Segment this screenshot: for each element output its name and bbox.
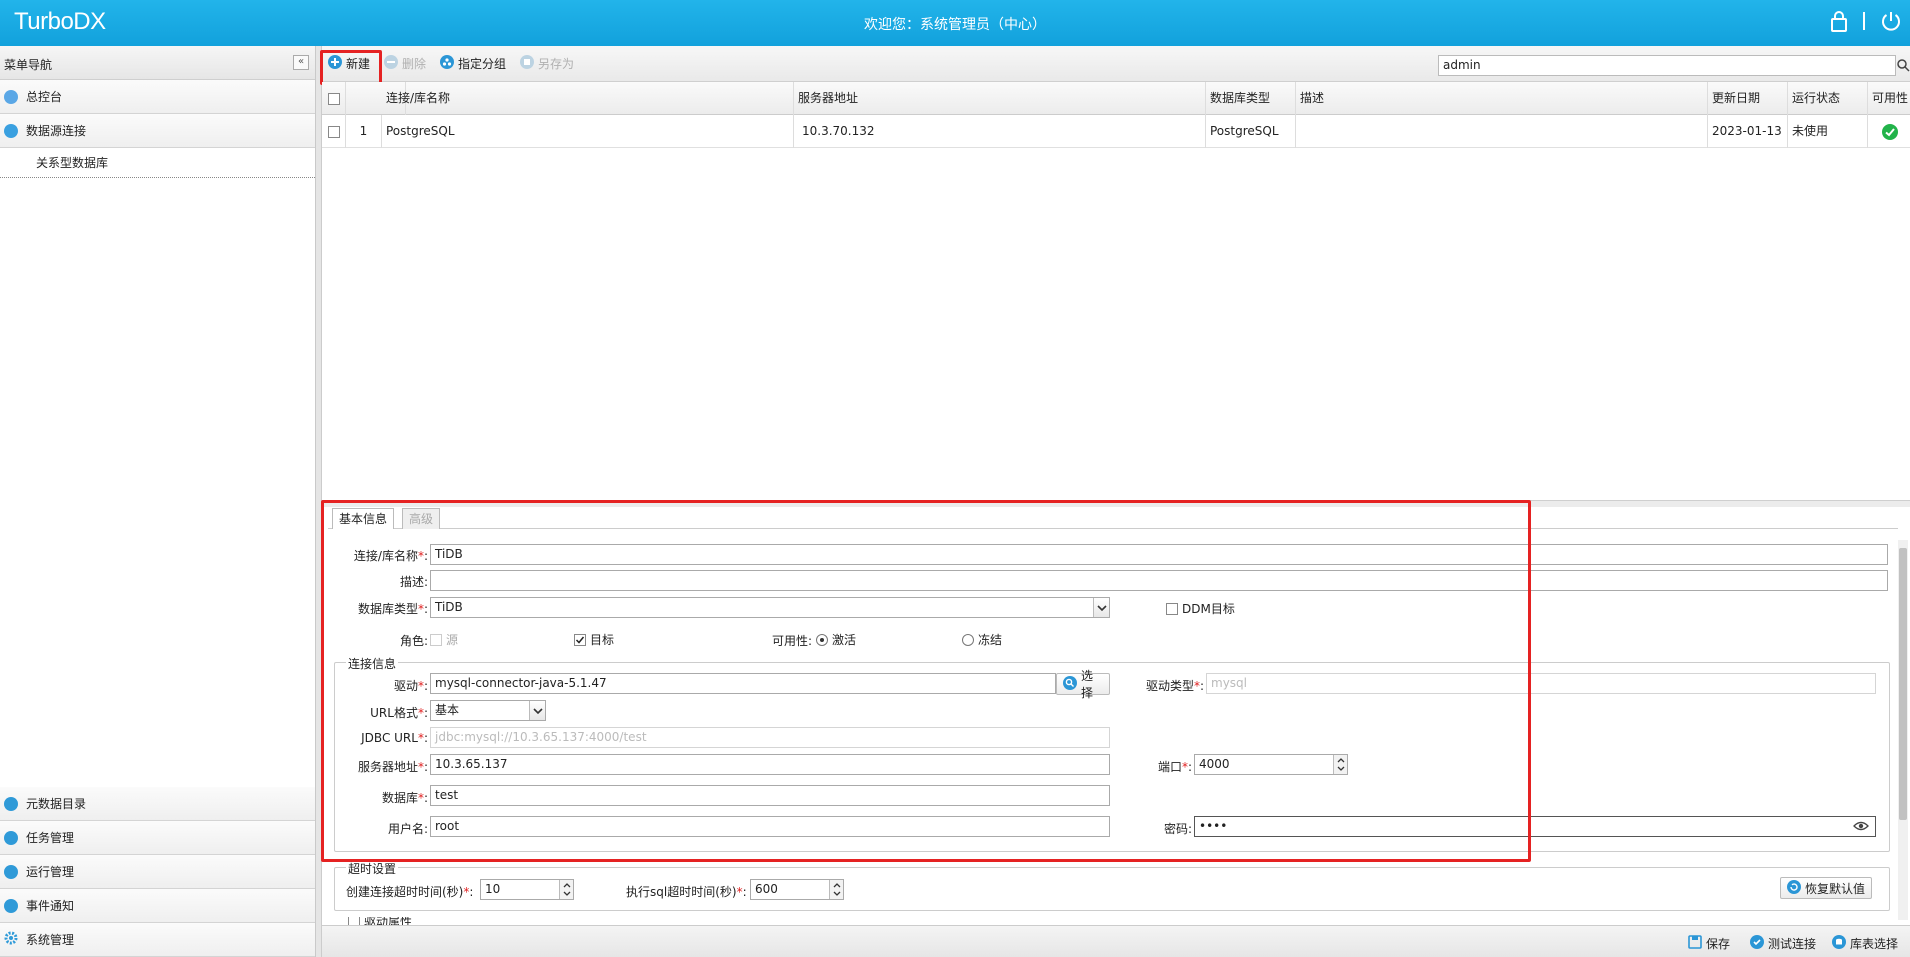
lock-icon[interactable] — [1830, 10, 1848, 35]
create-timeout-input[interactable]: 10 — [480, 879, 574, 900]
table-row[interactable]: 1 PostgreSQL 10.3.70.132 PostgreSQL 2023… — [322, 115, 1910, 148]
column-header[interactable]: 连接/库名称 — [382, 82, 794, 115]
sidebar-item-run[interactable]: 运行管理 — [0, 855, 315, 889]
bottom-action-bar: 保存 测试连接 库表选择 — [322, 925, 1910, 957]
cell-status: 未使用 — [1788, 115, 1868, 148]
eye-icon[interactable] — [1853, 819, 1869, 836]
spinner-icon[interactable] — [829, 880, 843, 899]
form-scrollbar[interactable] — [1898, 540, 1908, 920]
save-icon — [1688, 935, 1702, 952]
table-select-button[interactable]: 库表选择 — [1832, 935, 1898, 952]
row-checkbox[interactable] — [322, 115, 346, 148]
welcome-text: 欢迎您：系统管理员（中心） — [864, 17, 1046, 33]
table-select-label: 库表选择 — [1850, 937, 1899, 951]
divider-icon — [1862, 12, 1866, 33]
restore-label: 恢复默认值 — [1805, 881, 1866, 896]
cell-updated: 2023-01-13 — [1708, 115, 1788, 148]
search-icon[interactable] — [1896, 55, 1910, 76]
sidebar-item-label: 系统管理 — [26, 933, 75, 947]
sidebar-header: 菜单导航 « — [0, 46, 315, 80]
sidebar-bottom-menu: 元数据目录 任务管理 运行管理 事件通知 系统管理 — [0, 787, 315, 957]
delete-button[interactable]: 删除 — [384, 55, 426, 72]
driver-props-checkbox[interactable]: 驱动属性 — [348, 917, 412, 925]
task-icon — [4, 830, 18, 845]
save-as-label: 另存为 — [538, 57, 575, 71]
select-all-checkbox[interactable] — [322, 82, 346, 115]
column-header[interactable]: 服务器地址 — [794, 82, 1206, 115]
sidebar: 菜单导航 « 总控台 数据源连接 关系型数据库 元数据目录 任务管理 运行管理 … — [0, 46, 316, 957]
cell-name: PostgreSQL — [382, 115, 794, 148]
column-header[interactable]: 运行状态 — [1788, 82, 1868, 115]
timeout-legend: 超时设置 — [346, 860, 399, 877]
cell-server: 10.3.70.132 — [794, 115, 1206, 148]
header-actions — [1830, 10, 1902, 35]
column-header[interactable]: 可用性 — [1868, 82, 1910, 115]
notification-icon — [4, 898, 18, 913]
sidebar-item-label: 数据源连接 — [26, 124, 87, 138]
column-header[interactable]: 数据库类型 — [1206, 82, 1296, 115]
sidebar-subitem-relational-db[interactable]: 关系型数据库 — [0, 148, 315, 178]
gear-icon — [4, 931, 18, 948]
restore-icon — [1787, 879, 1801, 897]
sql-timeout-input[interactable]: 600 — [750, 879, 844, 900]
save-as-button[interactable]: 另存为 — [520, 55, 574, 72]
sidebar-item-metadata[interactable]: 元数据目录 — [0, 787, 315, 821]
new-button-highlight — [320, 50, 382, 85]
sidebar-item-label: 运行管理 — [26, 865, 75, 879]
table-header-row: 连接/库名称 服务器地址 数据库类型 描述 更新日期 运行状态 可用性 — [322, 82, 1910, 115]
save-as-icon — [520, 55, 534, 72]
spinner-icon[interactable] — [559, 880, 573, 899]
create-timeout-label: 创建连接超时时间(秒)*: — [346, 885, 474, 899]
connection-table: 连接/库名称 服务器地址 数据库类型 描述 更新日期 运行状态 可用性 1 Po… — [322, 82, 1910, 500]
column-header[interactable]: 更新日期 — [1708, 82, 1788, 115]
assign-group-button[interactable]: 指定分组 — [440, 55, 506, 72]
sidebar-item-system[interactable]: 系统管理 — [0, 923, 315, 957]
sidebar-item-label: 任务管理 — [26, 831, 75, 845]
metadata-icon — [4, 796, 18, 811]
driver-props-label: 驱动属性 — [364, 917, 413, 925]
restore-defaults-button[interactable]: 恢复默认值 — [1780, 877, 1872, 899]
sidebar-item-label: 事件通知 — [26, 899, 75, 913]
sidebar-item-datasource[interactable]: 数据源连接 — [0, 114, 315, 148]
driver-props-box — [348, 917, 360, 925]
toolbar: 新建 删除 指定分组 另存为 admin — [322, 46, 1910, 82]
group-icon — [440, 55, 454, 72]
save-button[interactable]: 保存 — [1688, 935, 1730, 952]
search-input[interactable]: admin — [1438, 55, 1896, 76]
top-header: TurboDX 欢迎您：系统管理员（中心） — [0, 0, 1910, 46]
power-icon[interactable] — [1880, 10, 1902, 35]
test-connection-button[interactable]: 测试连接 — [1750, 935, 1816, 952]
create-timeout-value: 10 — [485, 882, 501, 896]
cell-desc — [1296, 115, 1708, 148]
availability-ok-icon — [1868, 115, 1910, 148]
column-header[interactable]: 描述 — [1296, 82, 1708, 115]
sql-timeout-value: 600 — [755, 882, 778, 896]
test-connection-icon — [1750, 935, 1764, 952]
database-icon — [1832, 935, 1846, 952]
assign-group-label: 指定分组 — [458, 57, 507, 71]
delete-button-label: 删除 — [402, 57, 427, 71]
sql-timeout-label: 执行sql超时时间(秒)*: — [626, 885, 747, 899]
sidebar-item-tasks[interactable]: 任务管理 — [0, 821, 315, 855]
collapse-sidebar-icon[interactable]: « — [293, 55, 309, 70]
dashboard-icon — [4, 89, 18, 104]
cell-db-type: PostgreSQL — [1206, 115, 1296, 148]
row-index: 1 — [346, 115, 382, 148]
sidebar-item-notifications[interactable]: 事件通知 — [0, 889, 315, 923]
sidebar-item-label: 总控台 — [26, 90, 63, 104]
test-label: 测试连接 — [1768, 937, 1817, 951]
run-icon — [4, 864, 18, 879]
sidebar-title: 菜单导航 — [4, 58, 53, 72]
link-icon — [4, 123, 18, 138]
minus-icon — [384, 55, 398, 72]
sidebar-item-dashboard[interactable]: 总控台 — [0, 80, 315, 114]
sidebar-item-label: 元数据目录 — [26, 797, 87, 811]
form-highlight — [321, 500, 1531, 862]
save-label: 保存 — [1706, 937, 1731, 951]
